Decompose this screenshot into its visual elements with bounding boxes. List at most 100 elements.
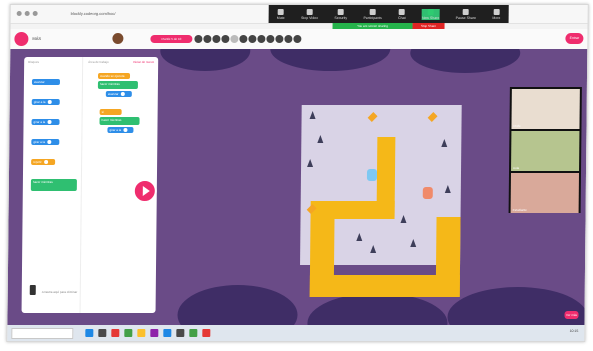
- restart-button[interactable]: Iniciar de nuevo: [133, 60, 154, 64]
- app-header: MÁS Puzzle 5 de 10 Entrar: [10, 29, 588, 50]
- video-tile[interactable]: Profe: [511, 89, 580, 129]
- toolbox-block[interactable]: avanzar: [31, 79, 60, 85]
- toolbox: Bloques avanzar girar a la girar a la gi…: [21, 57, 84, 313]
- app-icon[interactable]: [176, 329, 185, 337]
- toolbox-block[interactable]: repetir: [31, 159, 56, 165]
- toolbox-block[interactable]: girar a la: [31, 119, 60, 125]
- toolbox-block[interactable]: hacer mientras: [30, 179, 77, 191]
- level-step[interactable]: [257, 35, 266, 43]
- level-step[interactable]: [221, 35, 230, 43]
- cloud-decoration: [447, 287, 588, 325]
- program-block[interactable]: girar a la: [107, 127, 134, 133]
- tree-icon: [307, 159, 314, 167]
- trash-hint: Arrastra aquí para eliminar: [41, 290, 78, 294]
- mic-icon: [277, 8, 284, 15]
- level-step[interactable]: [266, 35, 275, 43]
- zoom-chat-button[interactable]: Chat: [398, 8, 406, 20]
- cloud-decoration: [307, 293, 448, 325]
- shield-icon: [337, 8, 344, 15]
- tree-icon: [441, 139, 448, 147]
- program-block[interactable]: avanzar: [105, 91, 132, 97]
- toolbox-block[interactable]: girar a la: [31, 99, 60, 105]
- cloud-decoration: [160, 49, 251, 71]
- player-character: [366, 169, 378, 181]
- cloud-decoration: [177, 285, 298, 325]
- tree-icon: [400, 215, 407, 223]
- pause-icon: [462, 8, 469, 15]
- app-icon[interactable]: [202, 329, 211, 337]
- tree-icon: [317, 135, 324, 143]
- program-block[interactable]: cuando se ejecuta: [97, 73, 131, 79]
- goal-flame-icon: [367, 112, 378, 122]
- app-icon[interactable]: [111, 329, 120, 337]
- path-segment: [435, 217, 461, 297]
- program-block[interactable]: si: [99, 109, 122, 115]
- cloud-decoration: [270, 49, 391, 71]
- taskbar-apps: [85, 329, 211, 337]
- refresh-icon[interactable]: [32, 11, 38, 16]
- tree-icon: [370, 245, 377, 253]
- edge-icon[interactable]: [85, 329, 94, 337]
- run-button[interactable]: [132, 179, 157, 203]
- video-panel: Profe Aula Estudiante: [508, 87, 582, 213]
- screen-frame: blockly.codeorg.com/hoc/ Mute Stop Video…: [6, 4, 589, 342]
- more-icon: [493, 8, 500, 15]
- zoom-mute-button[interactable]: Mute: [277, 8, 285, 20]
- tree-icon: [309, 111, 316, 119]
- zoom-new-share-button[interactable]: New Share: [421, 8, 440, 20]
- clock: 10:15: [569, 329, 579, 333]
- program-block[interactable]: hacer mientras: [97, 81, 138, 89]
- header-action-button[interactable]: Entrar: [565, 33, 584, 44]
- path-segment: [320, 201, 395, 219]
- share-icon: [427, 8, 434, 15]
- tree-icon: [444, 185, 451, 193]
- game-area: Bloques avanzar girar a la girar a la gi…: [7, 49, 588, 325]
- level-progress: [194, 35, 302, 43]
- app-logo[interactable]: [14, 32, 29, 46]
- video-tile[interactable]: Aula: [511, 131, 580, 171]
- chrome-icon[interactable]: [137, 329, 146, 337]
- address-bar[interactable]: blockly.codeorg.com/hoc/: [71, 11, 116, 16]
- level-step[interactable]: [275, 35, 284, 43]
- tree-icon: [356, 233, 363, 241]
- zoom-participants-button[interactable]: Participants: [363, 8, 382, 20]
- avatar[interactable]: [112, 33, 124, 44]
- back-icon[interactable]: [16, 11, 22, 16]
- level-step[interactable]: [293, 35, 302, 43]
- level-step-current[interactable]: [230, 35, 239, 43]
- forward-icon[interactable]: [24, 11, 30, 16]
- tree-icon: [410, 239, 417, 247]
- people-icon: [369, 8, 376, 15]
- toolbox-block[interactable]: girar a la: [31, 139, 60, 145]
- zoom-security-button[interactable]: Security: [334, 8, 347, 20]
- zoom-stop-video-button[interactable]: Stop Video: [301, 8, 318, 20]
- level-step[interactable]: [284, 35, 293, 43]
- more-button[interactable]: Ver más: [564, 311, 579, 319]
- level-pill[interactable]: Puzzle 5 de 10: [150, 35, 193, 43]
- level-step[interactable]: [212, 35, 221, 43]
- level-step[interactable]: [194, 35, 203, 43]
- zoom-icon[interactable]: [163, 329, 172, 337]
- target-creature: [422, 187, 433, 199]
- toolbox-header: Bloques: [28, 60, 40, 64]
- chat-icon: [398, 8, 405, 15]
- app-icon[interactable]: [124, 329, 133, 337]
- puzzle-board: [300, 105, 462, 297]
- video-tile[interactable]: Estudiante: [510, 173, 579, 213]
- level-step[interactable]: [203, 35, 212, 43]
- trash-icon[interactable]: [29, 285, 36, 295]
- level-step[interactable]: [248, 35, 257, 43]
- folder-icon[interactable]: [98, 329, 107, 337]
- zoom-toolbar: Mute Stop Video Security Participants Ch…: [268, 5, 509, 23]
- taskbar-search-input[interactable]: [11, 327, 74, 339]
- camera-icon: [306, 8, 313, 15]
- app-icon[interactable]: [189, 329, 198, 337]
- zoom-pause-share-button[interactable]: Pause Share: [456, 8, 476, 20]
- app-icon[interactable]: [150, 329, 159, 337]
- zoom-more-button[interactable]: More: [492, 8, 500, 20]
- workspace-header: Área de trabajo: [88, 60, 109, 64]
- goal-flame-icon: [427, 112, 438, 122]
- program-block[interactable]: hacer mientras: [99, 117, 140, 125]
- cloud-decoration: [410, 49, 521, 73]
- level-step[interactable]: [239, 35, 248, 43]
